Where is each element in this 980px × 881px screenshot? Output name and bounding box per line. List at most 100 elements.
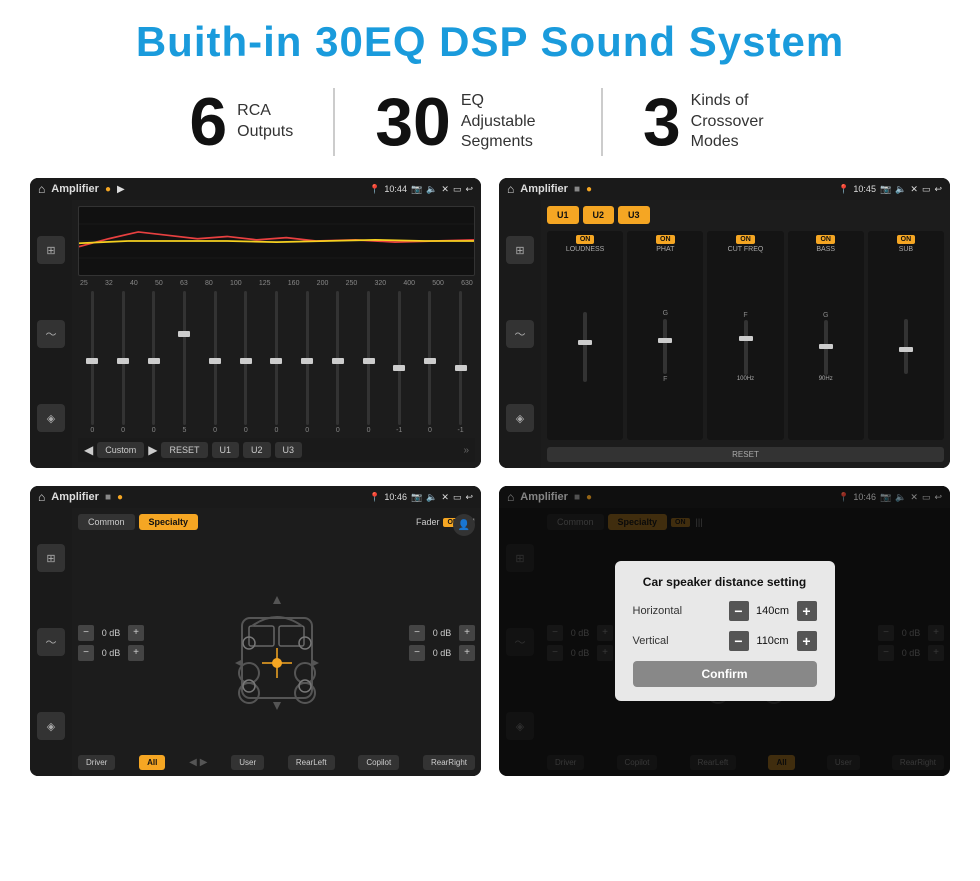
fader-all-btn[interactable]: All xyxy=(139,755,165,770)
eq-u2-btn[interactable]: U2 xyxy=(243,442,271,458)
fader-sidebar-btn-1[interactable]: ⊞ xyxy=(37,544,65,572)
eq-slider-7: 0 xyxy=(293,291,322,434)
vertical-minus-btn[interactable]: − xyxy=(729,631,749,651)
eq-play: ▶ xyxy=(117,184,125,195)
eq-u3-btn[interactable]: U3 xyxy=(275,442,303,458)
dialog-vertical-control: − 110cm + xyxy=(729,631,817,651)
fader-body: − 0 dB + − 0 dB + xyxy=(78,536,475,749)
cross-u1-btn[interactable]: U1 xyxy=(547,206,579,224)
fader-x-icon: ✕ xyxy=(441,492,449,503)
cross-home-icon[interactable]: ⌂ xyxy=(507,182,514,196)
loudness-label: LOUDNESS xyxy=(566,246,605,253)
fader-back-icon[interactable]: ↩ xyxy=(465,492,473,503)
vol-icon: 🔈 xyxy=(426,184,437,195)
cross-dot2: ● xyxy=(586,184,592,195)
fader-minus-3[interactable]: − xyxy=(409,645,425,661)
fader-bottom-bar: Driver All ◀ ▶ User RearLeft Copilot Rea… xyxy=(78,755,475,770)
screens-grid: ⌂ Amplifier ● ▶ 📍 10:44 📷 🔈 ✕ ▭ ↩ ⊞ 〜 ◈ xyxy=(0,168,980,786)
cross-time: 10:45 xyxy=(853,184,876,194)
eq-sidebar-btn-1[interactable]: ⊞ xyxy=(37,236,65,264)
eq-slider-11: 0 xyxy=(416,291,445,434)
fader-db-val-3: 0 dB xyxy=(428,648,456,658)
fader-plus-0[interactable]: + xyxy=(128,625,144,641)
fader-plus-1[interactable]: + xyxy=(128,645,144,661)
eq-slider-6: 0 xyxy=(262,291,291,434)
dialog-horizontal-control: − 140cm + xyxy=(729,601,817,621)
eq-sidebar-btn-3[interactable]: ◈ xyxy=(37,404,65,432)
eq-main-area: 2532405063 80100125160200 25032040050063… xyxy=(72,200,481,468)
eq-slider-5: 0 xyxy=(231,291,260,434)
dialog-vertical-label: Vertical xyxy=(633,635,703,647)
eq-sidebar-btn-2[interactable]: 〜 xyxy=(37,320,65,348)
eq-u1-btn[interactable]: U1 xyxy=(212,442,240,458)
fader-dot2: ● xyxy=(117,492,123,503)
eq-reset-btn[interactable]: RESET xyxy=(161,442,207,458)
stat-rca-label: RCAOutputs xyxy=(237,101,293,143)
vertical-plus-btn[interactable]: + xyxy=(797,631,817,651)
eq-prev-btn[interactable]: ◀ xyxy=(84,443,93,457)
back-icon[interactable]: ↩ xyxy=(465,184,473,195)
x-icon: ✕ xyxy=(441,184,449,195)
cross-left-sidebar: ⊞ 〜 ◈ xyxy=(499,200,541,468)
cross-phat: ON PHAT G F xyxy=(627,231,703,440)
eq-custom-btn[interactable]: Custom xyxy=(97,442,144,458)
fader-home-icon[interactable]: ⌂ xyxy=(38,490,45,504)
cross-app-title: Amplifier xyxy=(520,183,568,195)
cross-rect-icon: ▭ xyxy=(922,184,931,195)
fader-specialty-tab[interactable]: Specialty xyxy=(139,514,199,530)
stat-crossover: 3 Kinds ofCrossover Modes xyxy=(603,88,831,156)
cross-sidebar-btn-2[interactable]: 〜 xyxy=(506,320,534,348)
cross-u3-btn[interactable]: U3 xyxy=(618,206,650,224)
fader-db-val-1: 0 dB xyxy=(97,648,125,658)
fader-common-tab[interactable]: Common xyxy=(78,514,135,530)
cross-sidebar-btn-1[interactable]: ⊞ xyxy=(506,236,534,264)
horizontal-plus-btn[interactable]: + xyxy=(797,601,817,621)
fader-left-controls: − 0 dB + − 0 dB + xyxy=(78,536,144,749)
cross-reset-btn[interactable]: RESET xyxy=(547,447,944,462)
expand-icon[interactable]: » xyxy=(463,445,469,456)
eq-sliders-area: 0 0 0 5 0 xyxy=(78,291,475,434)
eq-slider-8: 0 xyxy=(324,291,353,434)
cross-bass: ON BASS G 90Hz xyxy=(788,231,864,440)
confirm-button[interactable]: Confirm xyxy=(633,661,817,687)
fader-rearright-btn[interactable]: RearRight xyxy=(423,755,475,770)
cross-topbar: ⌂ Amplifier ■ ● 📍 10:45 📷 🔈 ✕ ▭ ↩ xyxy=(499,178,950,200)
eq-next-btn[interactable]: ▶ xyxy=(148,443,157,457)
fader-copilot-btn[interactable]: Copilot xyxy=(358,755,399,770)
cross-u2-btn[interactable]: U2 xyxy=(583,206,615,224)
fader-left-sidebar: ⊞ 〜 ◈ xyxy=(30,508,72,776)
fader-rearleft-btn[interactable]: RearLeft xyxy=(288,755,335,770)
fader-user-btn[interactable]: User xyxy=(231,755,264,770)
fader-db-val-2: 0 dB xyxy=(428,628,456,638)
eq-topbar-icons: 📍 10:44 📷 🔈 ✕ ▭ ↩ xyxy=(369,184,473,195)
fader-pin-icon: 📍 xyxy=(369,492,380,503)
cross-sub: ON SUB xyxy=(868,231,944,440)
cross-sidebar-btn-3[interactable]: ◈ xyxy=(506,404,534,432)
eq-slider-10: -1 xyxy=(385,291,414,434)
fader-label-text: Fader xyxy=(416,517,440,527)
eq-left-sidebar: ⊞ 〜 ◈ xyxy=(30,200,72,468)
dialog-title: Car speaker distance setting xyxy=(633,575,817,589)
fader-plus-3[interactable]: + xyxy=(459,645,475,661)
fader-plus-2[interactable]: + xyxy=(459,625,475,641)
loudness-on-badge: ON xyxy=(576,235,595,244)
eq-topbar: ⌂ Amplifier ● ▶ 📍 10:44 📷 🔈 ✕ ▭ ↩ xyxy=(30,178,481,200)
eq-dot: ● xyxy=(105,184,111,195)
fader-sidebar-btn-2[interactable]: 〜 xyxy=(37,628,65,656)
dialog-horizontal-label: Horizontal xyxy=(633,605,703,617)
fader-sidebar-btn-3[interactable]: ◈ xyxy=(37,712,65,740)
stat-crossover-number: 3 xyxy=(643,88,681,156)
cross-back-icon[interactable]: ↩ xyxy=(934,184,942,195)
fader-minus-1[interactable]: − xyxy=(78,645,94,661)
dialog-vertical-row: Vertical − 110cm + xyxy=(633,631,817,651)
home-icon[interactable]: ⌂ xyxy=(38,182,45,196)
cutfreq-label: CUT FREQ xyxy=(728,246,764,253)
cross-cutfreq: ON CUT FREQ F 100Hz xyxy=(707,231,783,440)
fader-minus-2[interactable]: − xyxy=(409,625,425,641)
stat-rca: 6 RCAOutputs xyxy=(149,88,335,156)
horizontal-minus-btn[interactable]: − xyxy=(729,601,749,621)
cross-controls-area: ON LOUDNESS ON PHAT G xyxy=(547,231,944,440)
fader-dot: ■ xyxy=(105,492,111,503)
fader-driver-btn[interactable]: Driver xyxy=(78,755,115,770)
fader-minus-0[interactable]: − xyxy=(78,625,94,641)
